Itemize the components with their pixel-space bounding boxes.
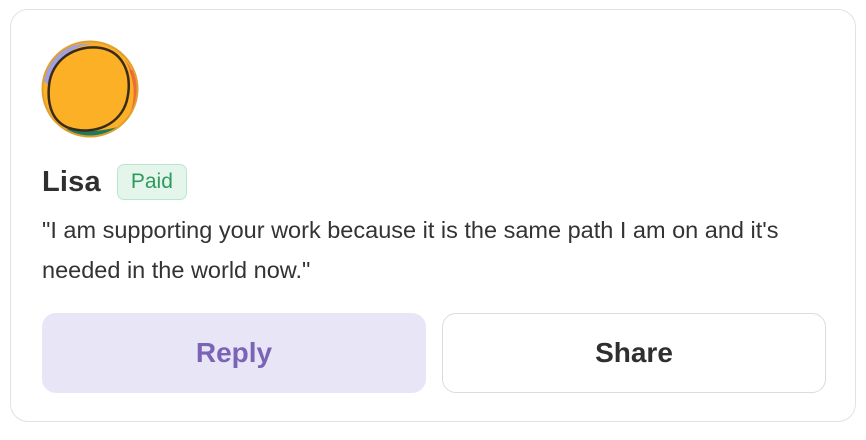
share-button[interactable]: Share (442, 313, 826, 393)
reply-button[interactable]: Reply (42, 313, 426, 393)
comment-card: Lisa Paid "I am supporting your work bec… (10, 9, 856, 422)
comment-text: "I am supporting your work because it is… (42, 217, 779, 283)
paid-badge: Paid (116, 164, 187, 200)
avatar-image (41, 40, 139, 138)
avatar[interactable] (41, 40, 139, 138)
author-name[interactable]: Lisa (42, 166, 101, 199)
author-row: Lisa Paid (42, 161, 187, 203)
